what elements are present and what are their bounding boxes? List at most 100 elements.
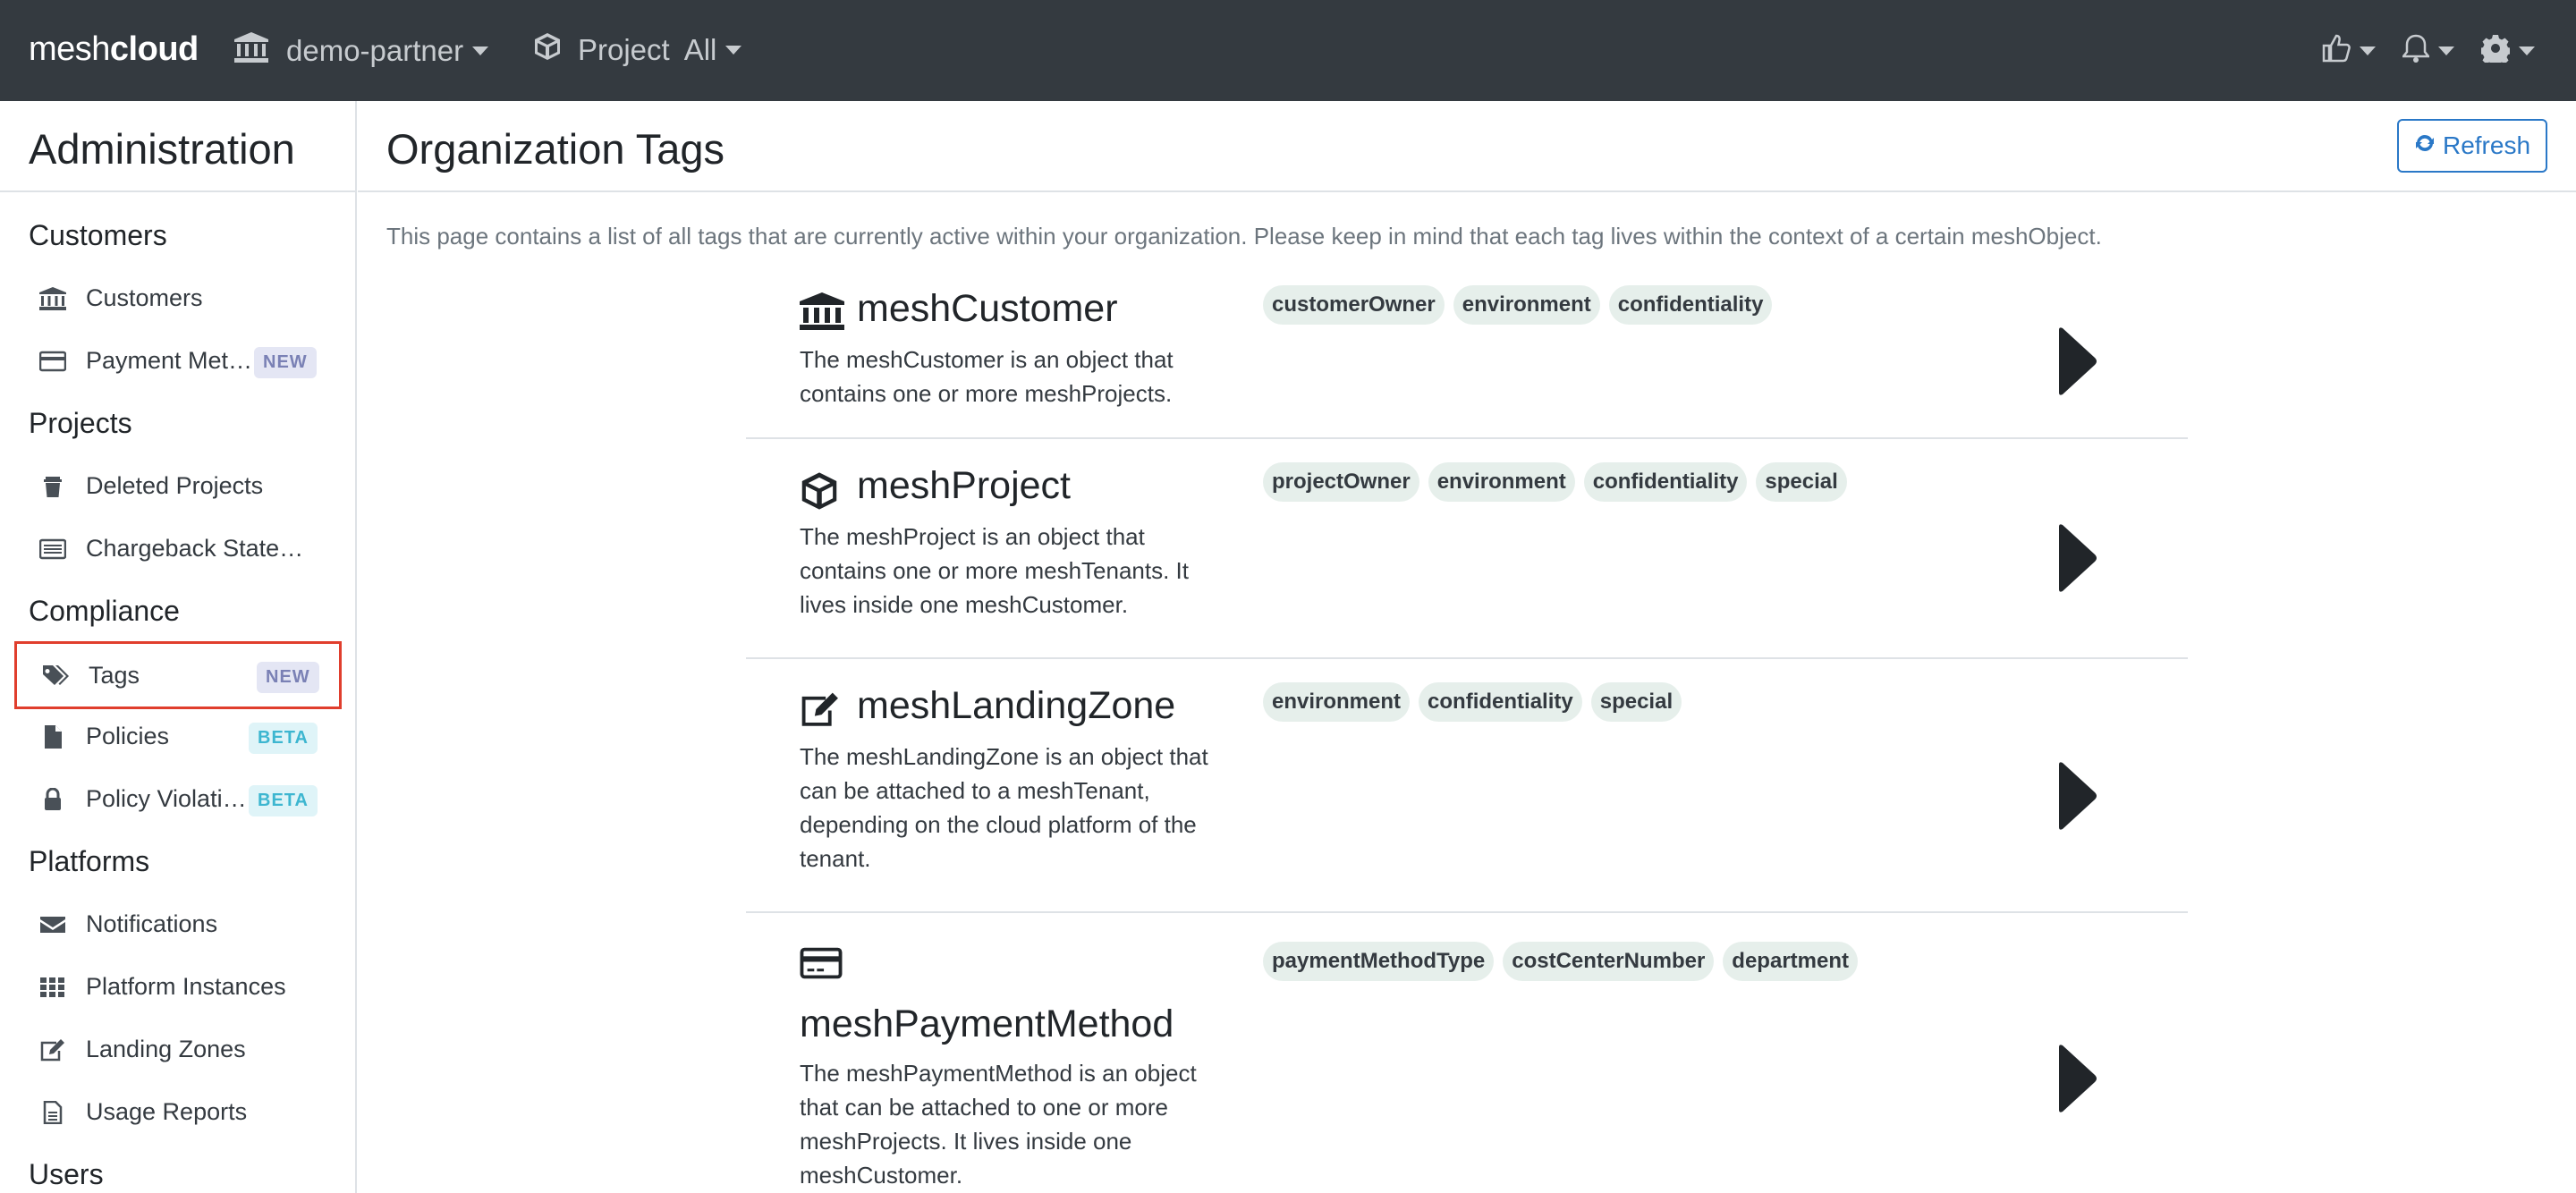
- mesh-object-row[interactable]: meshProject The meshProject is an object…: [746, 439, 2188, 659]
- refresh-button[interactable]: Refresh: [2397, 119, 2547, 173]
- sidebar-item-chargeback-statements[interactable]: Chargeback State…: [14, 520, 342, 579]
- sidebar-item-label: Payment Met…: [86, 347, 253, 374]
- tag-list: projectOwner environment confidentiality…: [1263, 462, 1847, 502]
- sidebar-title: Administration: [29, 125, 295, 173]
- cube-icon: [533, 32, 562, 68]
- file-icon: [39, 725, 66, 749]
- thumbs-up-icon: [2322, 34, 2351, 67]
- sidebar-item-platform-instances[interactable]: Platform Instances: [14, 958, 342, 1017]
- bank-icon: [234, 32, 268, 70]
- beta-badge: BETA: [249, 785, 318, 816]
- section-title-projects: Projects: [29, 407, 132, 439]
- object-description: The meshPaymentMethod is an object that …: [800, 1060, 1197, 1189]
- intro-text: This page contains a list of all tags th…: [386, 223, 2102, 250]
- mesh-object-row[interactable]: meshLandingZone The meshLandingZone is a…: [746, 659, 2188, 913]
- tag-chip: paymentMethodType: [1263, 942, 1495, 981]
- sidebar-item-customers[interactable]: Customers: [14, 269, 342, 328]
- tag-list: environment confidentiality special: [1263, 682, 1682, 722]
- refresh-icon: [2414, 131, 2436, 160]
- edit-icon: [800, 691, 841, 732]
- sidebar-item-label: Policies: [86, 723, 170, 749]
- mesh-object-row[interactable]: meshCustomer The meshCustomer is an obje…: [746, 280, 2188, 439]
- tag-chip: environment: [1453, 285, 1600, 325]
- chevron-down-icon: [725, 46, 742, 55]
- section-title-compliance: Compliance: [29, 595, 180, 627]
- envelope-icon: [39, 913, 66, 936]
- tag-list: paymentMethodType costCenterNumber depar…: [1263, 942, 1858, 981]
- sidebar-item-label: Platform Instances: [86, 973, 286, 1000]
- sidebar-item-tags[interactable]: Tags NEW: [14, 641, 342, 709]
- sidebar-item-label: Usage Reports: [86, 1098, 248, 1125]
- object-name: meshLandingZone: [857, 684, 1176, 727]
- chevron-down-icon: [2519, 46, 2535, 55]
- tags-icon: [42, 664, 69, 687]
- object-name: meshProject: [857, 464, 1071, 507]
- sidebar-divider: [0, 190, 355, 192]
- sidebar-item-label: Customers: [86, 284, 203, 311]
- credit-card-icon: [800, 945, 843, 986]
- sidebar-item-deleted-projects[interactable]: Deleted Projects: [14, 457, 342, 516]
- tag-chip: special: [1756, 462, 1847, 502]
- object-description: The meshCustomer is an object that conta…: [800, 346, 1174, 407]
- edit-icon: [39, 1038, 66, 1062]
- tag-chip: customerOwner: [1263, 285, 1445, 325]
- sidebar: Administration Customers Customers Payme…: [0, 101, 357, 1193]
- sidebar-item-label: Notifications: [86, 910, 218, 937]
- tag-chip: environment: [1263, 682, 1411, 722]
- statement-icon: [38, 537, 67, 561]
- tag-chip: department: [1723, 942, 1858, 981]
- sidebar-item-label: Chargeback State…: [86, 535, 304, 562]
- project-selector[interactable]: Project All: [533, 32, 742, 68]
- lock-icon: [39, 787, 66, 811]
- caret-right-icon[interactable]: [2055, 326, 2098, 401]
- sidebar-item-payment-methods[interactable]: Payment Met… NEW: [14, 332, 342, 391]
- sidebar-item-notifications[interactable]: Notifications: [14, 895, 342, 954]
- sidebar-item-policy-violations[interactable]: Policy Violati… BETA: [14, 770, 342, 829]
- bank-icon: [800, 292, 844, 334]
- grid-icon: [39, 976, 66, 999]
- main-content: Organization Tags Refresh This page cont…: [358, 101, 2576, 1193]
- credit-card-icon: [38, 350, 67, 373]
- main-divider: [358, 190, 2576, 192]
- beta-badge: BETA: [249, 723, 318, 754]
- section-title-platforms: Platforms: [29, 845, 150, 877]
- brand-logo[interactable]: meshcloud: [29, 30, 199, 69]
- customer-selector[interactable]: demo-partner: [234, 32, 489, 70]
- page-title: Organization Tags: [386, 125, 724, 173]
- customer-selector-label: demo-partner: [286, 34, 464, 67]
- bell-icon: [2401, 34, 2431, 67]
- new-badge: NEW: [257, 662, 319, 693]
- sidebar-item-label: Deleted Projects: [86, 472, 264, 499]
- feedback-menu[interactable]: [2322, 34, 2376, 67]
- sidebar-item-policies[interactable]: Policies BETA: [14, 707, 342, 766]
- sidebar-item-label: Tags: [89, 662, 140, 689]
- brand-text-bold: cloud: [109, 30, 199, 68]
- tag-chip: confidentiality: [1583, 462, 1748, 502]
- section-title-users: Users: [29, 1158, 104, 1190]
- section-title-customers: Customers: [29, 219, 167, 251]
- tag-chip: environment: [1428, 462, 1575, 502]
- settings-menu[interactable]: [2479, 34, 2535, 67]
- sidebar-item-usage-reports[interactable]: Usage Reports: [14, 1083, 342, 1142]
- sidebar-item-label: Landing Zones: [86, 1036, 246, 1062]
- trash-icon: [39, 475, 66, 498]
- top-navbar: meshcloud demo-partner Project All: [0, 0, 2576, 101]
- caret-right-icon[interactable]: [2055, 1044, 2098, 1118]
- object-name: meshPaymentMethod: [800, 1003, 1174, 1045]
- report-icon: [39, 1100, 66, 1125]
- gear-icon: [2479, 34, 2512, 67]
- bank-icon: [39, 287, 66, 310]
- caret-right-icon[interactable]: [2055, 761, 2098, 835]
- tag-chip: special: [1590, 682, 1682, 722]
- chevron-down-icon: [2360, 46, 2376, 55]
- chevron-down-icon: [2438, 46, 2454, 55]
- project-selector-label: Project: [578, 33, 670, 66]
- caret-right-icon[interactable]: [2055, 523, 2098, 597]
- sidebar-item-landing-zones[interactable]: Landing Zones: [14, 1020, 342, 1079]
- tag-list: customerOwner environment confidentialit…: [1263, 285, 1773, 325]
- brand-text-light: mesh: [29, 30, 110, 68]
- chevron-down-icon: [472, 47, 489, 55]
- notifications-menu[interactable]: [2401, 34, 2454, 67]
- tag-chip: confidentiality: [1419, 682, 1582, 722]
- mesh-object-row[interactable]: meshPaymentMethod The meshPaymentMethod …: [746, 913, 2188, 1193]
